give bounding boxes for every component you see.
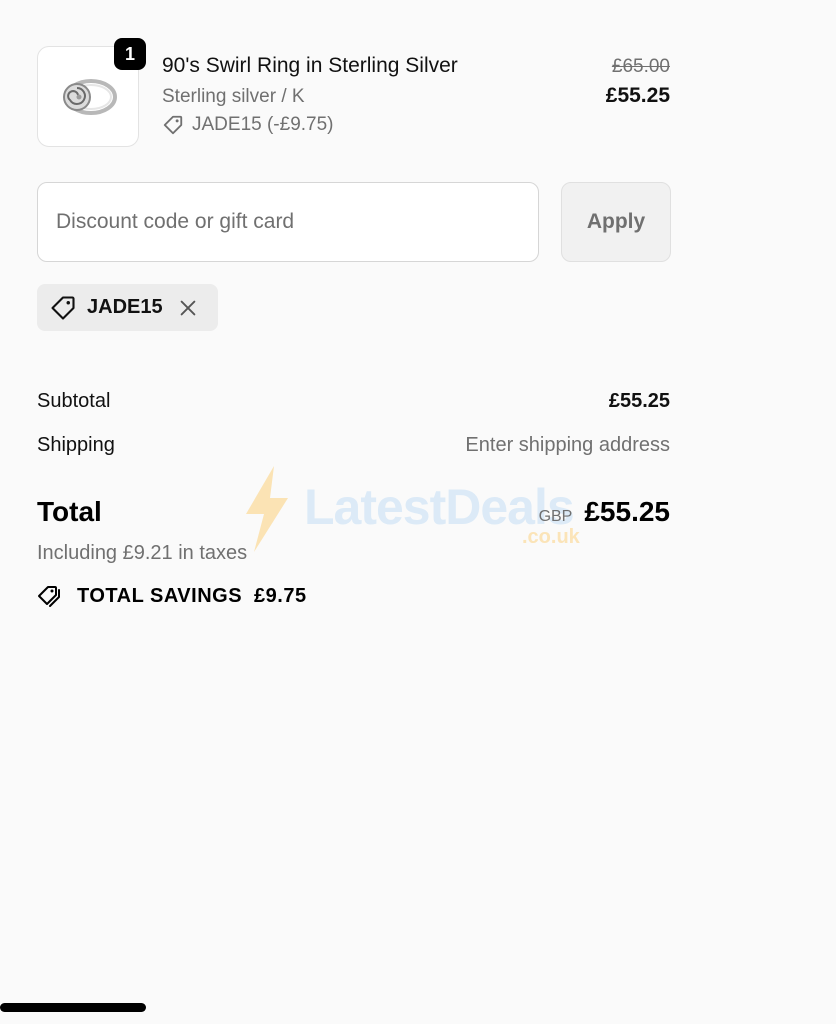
- quantity-badge: 1: [114, 38, 146, 70]
- lightning-bolt-icon: [246, 466, 288, 552]
- ring-image: [63, 78, 117, 115]
- product-title: 90's Swirl Ring in Sterling Silver: [162, 54, 458, 77]
- line-discount-label: JADE15 (-£9.75): [192, 114, 334, 135]
- applied-code-label: JADE15: [87, 296, 163, 318]
- line-discount: JADE15 (-£9.75): [162, 114, 334, 136]
- total-savings: TOTAL SAVINGS £9.75: [37, 583, 307, 609]
- savings-value: £9.75: [254, 584, 307, 607]
- watermark-subtext: .co.uk: [522, 526, 580, 548]
- product-variant: Sterling silver / K: [162, 86, 305, 107]
- tax-note: Including £9.21 in taxes: [37, 542, 248, 564]
- subtotal-value: £55.25: [608, 390, 670, 412]
- original-price: £65.00: [611, 56, 670, 77]
- watermark-text: LatestDeals: [304, 479, 575, 535]
- subtotal-label: Subtotal: [37, 390, 111, 412]
- currency-code: GBP: [538, 508, 573, 525]
- savings-label: TOTAL SAVINGS: [77, 584, 243, 607]
- price-tags-icon: [38, 586, 60, 607]
- shipping-value: Enter shipping address: [465, 434, 670, 456]
- discounted-price: £55.25: [605, 84, 670, 107]
- close-icon[interactable]: [177, 297, 199, 319]
- applied-discount-chip: JADE15: [37, 284, 218, 331]
- tag-icon: [51, 295, 75, 320]
- total-label: Total: [37, 496, 102, 527]
- discount-code-input[interactable]: [37, 182, 539, 262]
- home-indicator: [0, 1003, 146, 1012]
- tag-icon: [163, 115, 183, 135]
- shipping-label: Shipping: [37, 434, 115, 456]
- total-amount: GBP £55.25: [539, 496, 670, 528]
- apply-button[interactable]: Apply: [561, 182, 671, 262]
- checkout-order-summary: 1 90's Swirl Ring in Sterling Silver Ste…: [0, 0, 836, 1024]
- total-value: £55.25: [584, 496, 670, 527]
